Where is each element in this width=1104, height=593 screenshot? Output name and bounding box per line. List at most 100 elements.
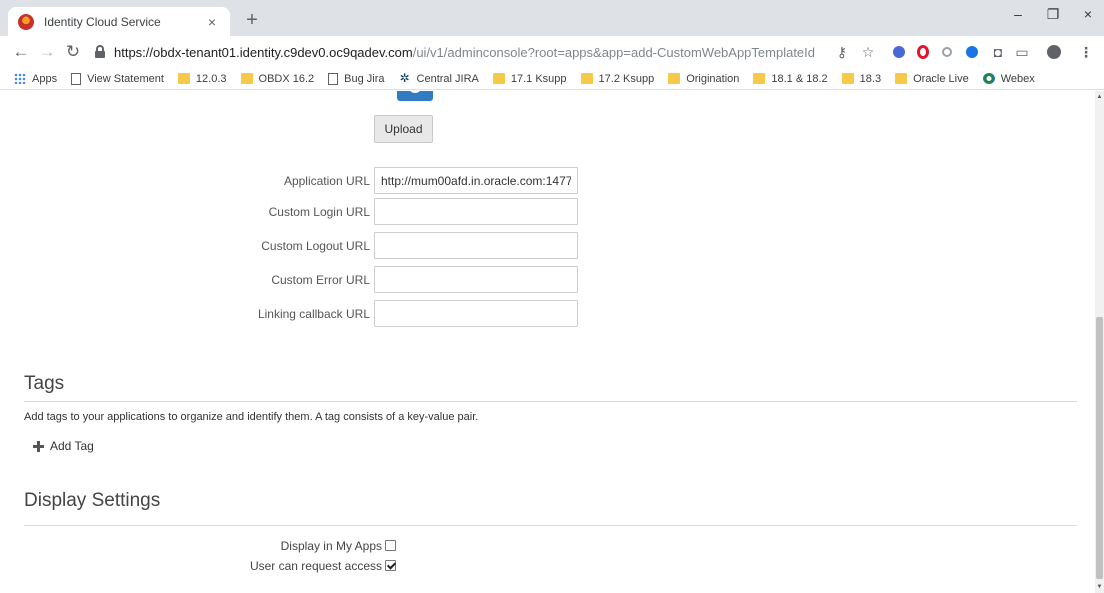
custom-logout-url-row: Custom Logout URL	[0, 232, 600, 259]
minimize-window-icon[interactable]: –	[1008, 6, 1028, 22]
address-bar[interactable]: https://obdx-tenant01.identity.c9dev0.oc…	[88, 39, 858, 65]
folder-icon	[841, 73, 854, 84]
bookmark-item[interactable]: 17.1 Ksupp	[492, 72, 567, 85]
page-content: Upload Application URL Custom Login URL …	[0, 91, 1095, 593]
forward-arrow-icon[interactable]: →	[36, 41, 58, 63]
bookmark-label: Central JIRA	[416, 72, 479, 85]
bookmark-label: Origination	[686, 72, 740, 85]
user-can-request-access-label: User can request access	[249, 559, 382, 573]
profile-avatar-icon[interactable]	[1047, 45, 1061, 59]
custom-error-url-label: Custom Error URL	[271, 273, 370, 287]
application-url-label: Application URL	[283, 174, 370, 188]
user-can-request-access-row: User can request access	[0, 558, 600, 574]
bookmark-label: OBDX 16.2	[258, 72, 315, 85]
bookmark-item[interactable]: Oracle Live	[895, 73, 969, 85]
scroll-down-arrow-icon[interactable]: ▼	[1096, 583, 1103, 591]
upload-button[interactable]: Upload	[374, 115, 433, 143]
close-tab-icon[interactable]: ×	[204, 14, 220, 30]
bookmark-item[interactable]: View Statement	[71, 72, 164, 85]
bookmark-item[interactable]: Bug Jira	[328, 72, 385, 85]
bookmark-label: Webex	[1000, 72, 1035, 85]
bookmark-label: 17.1 Ksupp	[510, 72, 567, 85]
bookmark-item[interactable]: 17.2 Ksupp	[580, 72, 655, 85]
bookmark-label: 12.0.3	[195, 72, 227, 85]
bookmark-item[interactable]: ✲ Central JIRA	[399, 71, 479, 85]
custom-logout-url-input[interactable]	[374, 232, 578, 259]
custom-login-url-row: Custom Login URL	[0, 198, 600, 225]
display-settings-title: Display Settings	[24, 490, 161, 511]
browser-toolbar: ← → ↻ https://obdx-tenant01.identity.c9d…	[0, 36, 1104, 68]
bookmark-label: 18.3	[859, 72, 882, 85]
add-tag-button[interactable]: Add Tag	[33, 439, 94, 453]
tab-strip: Identity Cloud Service × + – ❐ ×	[0, 0, 1104, 36]
bookmark-item[interactable]: 18.1 & 18.2	[753, 72, 828, 85]
bookmark-label: 18.1 & 18.2	[771, 72, 828, 85]
page-icon	[328, 72, 339, 85]
display-in-my-apps-row: Display in My Apps	[0, 538, 600, 554]
close-window-icon[interactable]: ×	[1078, 6, 1098, 22]
browser-tab[interactable]: Identity Cloud Service ×	[8, 7, 230, 36]
tags-section-title: Tags	[24, 373, 65, 394]
application-url-input[interactable]	[374, 167, 578, 194]
menu-kebab-icon[interactable]: ⋮	[1078, 44, 1094, 60]
bookmark-item[interactable]: Apps	[14, 73, 57, 85]
star-bookmark-icon[interactable]: ☆	[860, 44, 876, 60]
back-arrow-icon[interactable]: ←	[10, 41, 32, 63]
application-url-row: Application URL	[0, 167, 600, 194]
linking-callback-url-input[interactable]	[374, 300, 578, 327]
bookmark-label: 17.2 Ksupp	[598, 72, 655, 85]
restore-window-icon[interactable]: ❐	[1043, 6, 1063, 23]
display-settings-divider	[24, 525, 1077, 526]
bookmark-label: Bug Jira	[344, 72, 385, 85]
webex-icon	[982, 73, 995, 84]
camera-icon[interactable]: ◘	[990, 44, 1006, 60]
folder-icon	[753, 73, 766, 84]
folder-icon	[492, 73, 505, 84]
custom-error-url-input[interactable]	[374, 266, 578, 293]
apps-grid-icon	[14, 73, 26, 84]
jira-icon: ✲	[399, 71, 410, 85]
display-in-my-apps-checkbox[interactable]	[385, 540, 396, 551]
linking-callback-url-row: Linking callback URL	[0, 300, 600, 327]
custom-error-url-row: Custom Error URL	[0, 266, 600, 293]
opera-extension-icon[interactable]	[917, 45, 929, 59]
display-in-my-apps-label: Display in My Apps	[280, 539, 382, 553]
extension-icon[interactable]	[893, 46, 905, 58]
bookmark-item[interactable]: Webex	[982, 72, 1035, 85]
custom-logout-url-label: Custom Logout URL	[261, 239, 370, 253]
folder-icon	[668, 73, 681, 84]
blue-extension-icon[interactable]	[966, 46, 978, 58]
custom-login-url-label: Custom Login URL	[268, 205, 370, 219]
page-icon	[71, 72, 82, 85]
bookmark-label: Apps	[32, 72, 58, 85]
bookmarks-bar: Apps View Statement 12.0.3 OBDX 16.2 Bug Jir…	[0, 68, 1104, 90]
url-path: /ui/v1/adminconsole?root=apps&app=add-Cu…	[412, 44, 816, 60]
application-logo-icon	[397, 91, 433, 101]
linking-callback-url-label: Linking callback URL	[257, 307, 370, 321]
bookmark-item[interactable]: 12.0.3	[177, 72, 227, 85]
plus-icon	[33, 440, 44, 452]
bookmark-label: Oracle Live	[913, 72, 969, 85]
folder-icon	[895, 73, 908, 84]
bookmark-item[interactable]: OBDX 16.2	[240, 72, 315, 85]
lock-icon	[94, 45, 106, 59]
vertical-scrollbar[interactable]: ▲ ▼	[1095, 91, 1104, 593]
tab-title: Identity Cloud Service	[44, 14, 161, 29]
custom-login-url-input[interactable]	[374, 198, 578, 225]
url-host: https://obdx-tenant01.identity.c9dev0.oc…	[114, 44, 413, 60]
circle-extension-icon[interactable]	[942, 47, 952, 57]
bookmark-label: View Statement	[87, 72, 164, 85]
scroll-up-arrow-icon[interactable]: ▲	[1096, 93, 1103, 101]
bookmark-item[interactable]: 18.3	[841, 72, 882, 85]
reload-icon[interactable]: ↻	[62, 41, 84, 63]
oracle-favicon-icon	[18, 13, 34, 30]
tags-divider	[24, 401, 1077, 402]
key-icon[interactable]: ⚷	[834, 44, 850, 60]
scrollbar-thumb[interactable]	[1096, 317, 1103, 579]
folder-icon	[240, 73, 253, 84]
user-can-request-access-checkbox[interactable]	[385, 560, 396, 571]
folder-icon	[177, 73, 190, 84]
bookmark-item[interactable]: Origination	[668, 73, 739, 85]
new-tab-button[interactable]: +	[240, 9, 264, 33]
cast-icon[interactable]: ▭	[1014, 44, 1030, 60]
